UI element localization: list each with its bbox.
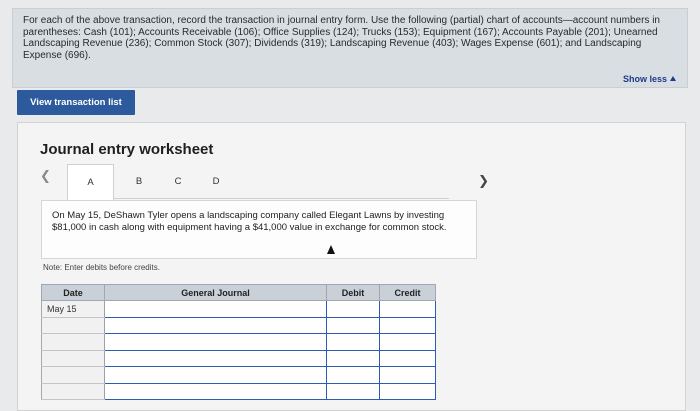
table-row [41, 382, 436, 400]
account-input[interactable] [104, 349, 327, 367]
date-cell [41, 350, 105, 367]
date-cell: May 15 [41, 300, 105, 318]
credit-input[interactable] [379, 382, 436, 400]
debit-input[interactable] [326, 349, 380, 367]
chevron-right-icon[interactable]: ❯ [478, 173, 489, 189]
journal-entry-worksheet: Journal entry worksheet ❮ A B C D ❯ On M… [17, 122, 686, 411]
debit-input[interactable] [326, 382, 380, 400]
account-input[interactable] [104, 366, 327, 384]
view-transaction-list-button[interactable]: View transaction list [17, 90, 135, 115]
worksheet-title: Journal entry worksheet [40, 141, 214, 158]
table-row [41, 349, 436, 367]
journal-table: Date General Journal Debit Credit May 15 [41, 284, 436, 400]
transaction-tabs: A B C D [67, 164, 449, 200]
show-less-label: Show less [622, 74, 667, 84]
transaction-description: On May 15, DeShawn Tyler opens a landsca… [41, 200, 477, 259]
triangle-up-icon [670, 76, 676, 81]
credit-input[interactable] [379, 366, 436, 384]
table-row [41, 316, 436, 334]
date-cell [41, 366, 105, 384]
tab-b[interactable]: B [129, 164, 149, 198]
note-text: Note: Enter debits before credits. [43, 263, 160, 272]
account-input[interactable] [104, 300, 327, 318]
account-input[interactable] [104, 316, 327, 334]
instructions-panel: For each of the above transaction, recor… [12, 8, 688, 88]
table-row [41, 333, 436, 351]
tab-c[interactable]: C [168, 164, 188, 198]
date-cell [41, 333, 105, 351]
table-row [41, 366, 436, 384]
debit-input[interactable] [326, 316, 380, 334]
credit-input[interactable] [379, 300, 436, 318]
debit-input[interactable] [326, 333, 380, 351]
tab-d[interactable]: D [206, 164, 226, 198]
table-header-row: Date General Journal Debit Credit [41, 284, 436, 301]
table-row: May 15 [41, 300, 436, 318]
header-date: Date [41, 284, 105, 301]
mouse-cursor-icon [327, 245, 335, 254]
header-debit: Debit [326, 284, 380, 301]
instructions-text: For each of the above transaction, recor… [23, 15, 660, 61]
account-input[interactable] [104, 333, 327, 351]
date-cell [41, 317, 105, 334]
credit-input[interactable] [379, 333, 436, 351]
tab-a[interactable]: A [67, 164, 114, 200]
credit-input[interactable] [379, 316, 436, 334]
date-cell [41, 383, 105, 400]
header-credit: Credit [379, 284, 436, 301]
debit-input[interactable] [326, 366, 380, 384]
credit-input[interactable] [379, 349, 436, 367]
debit-input[interactable] [326, 300, 380, 318]
chevron-left-icon[interactable]: ❮ [40, 168, 51, 184]
header-general-journal: General Journal [104, 284, 327, 301]
show-less-link[interactable]: Show less [623, 74, 676, 84]
account-input[interactable] [104, 382, 327, 400]
